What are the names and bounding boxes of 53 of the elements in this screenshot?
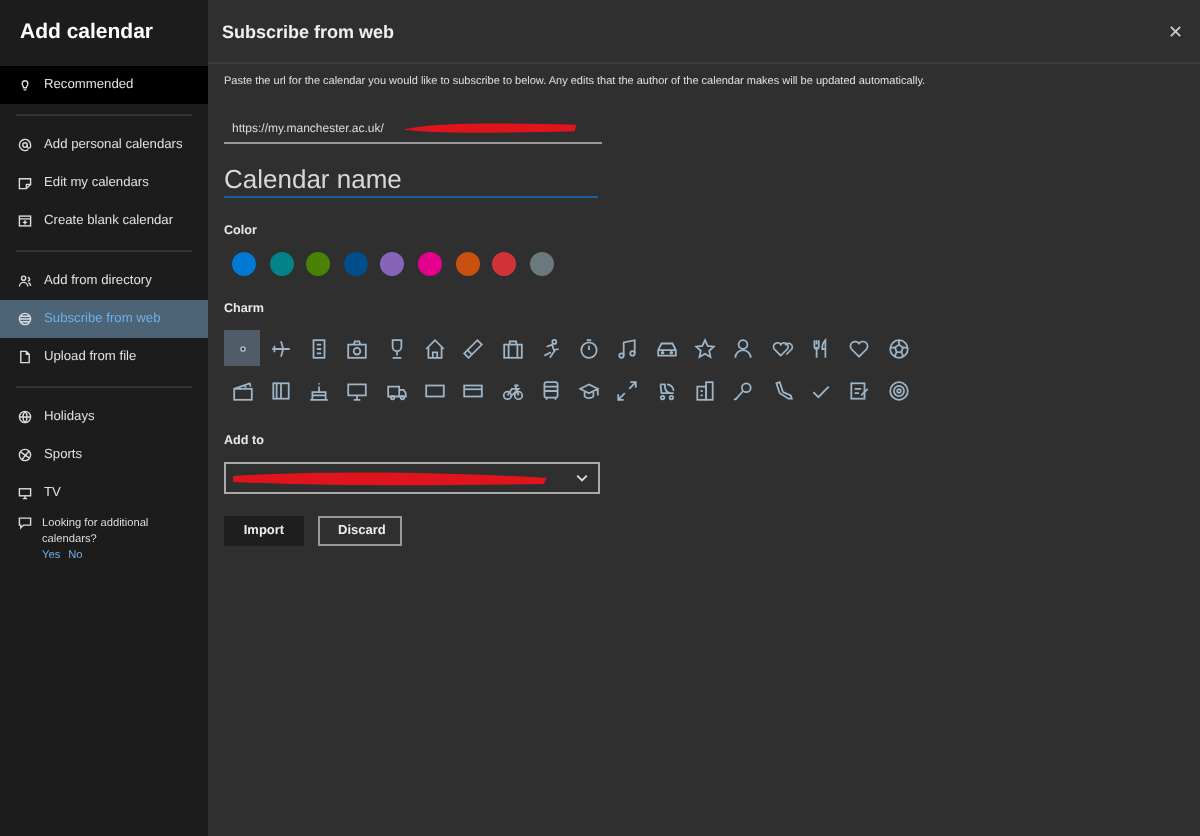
- rectangle-icon: [423, 379, 446, 401]
- airplane-icon: [269, 337, 292, 359]
- document-icon: [308, 337, 331, 359]
- calendar-name-field[interactable]: Calendar name: [224, 162, 598, 198]
- expand-arrows-icon: [616, 379, 639, 401]
- stopwatch-icon: [578, 337, 601, 359]
- home-icon: [423, 337, 446, 359]
- hearts-icon: [771, 337, 794, 359]
- building-icon: [694, 379, 717, 401]
- calendar-add-icon: [18, 214, 32, 228]
- color-swatch[interactable]: [343, 252, 368, 276]
- color-swatch[interactable]: [529, 252, 554, 276]
- lightbulb-icon: [18, 78, 32, 92]
- note-icon: [848, 379, 871, 401]
- calendar-edit-icon: [18, 176, 32, 190]
- dialog-title: Add calendar: [18, 18, 156, 48]
- color-swatch[interactable]: [306, 252, 331, 276]
- car-icon: [655, 337, 678, 359]
- card-icon: [462, 379, 485, 401]
- music-note-icon: [616, 337, 639, 359]
- color-swatch[interactable]: [417, 252, 442, 276]
- at-sign-icon: [18, 138, 32, 152]
- mortarboard-icon: [578, 379, 601, 401]
- runner-icon: [539, 337, 562, 359]
- panel-title: Subscribe from web: [222, 21, 395, 41]
- clapperboard-icon: [231, 379, 253, 401]
- briefcase-icon: [501, 337, 524, 359]
- color-swatch[interactable]: [380, 252, 405, 276]
- chat-icon: [18, 516, 32, 530]
- monitor-icon: [346, 379, 369, 401]
- chevron-down-icon: [574, 470, 590, 486]
- color-swatch[interactable]: [232, 252, 256, 276]
- camera-icon: [346, 337, 369, 359]
- pill-icon: [462, 337, 485, 359]
- globe-icon: [18, 312, 32, 326]
- heart-icon: [848, 337, 871, 359]
- cutlery-icon: [809, 337, 832, 359]
- bus-icon: [539, 379, 562, 401]
- color-swatch[interactable]: [492, 252, 517, 276]
- bicycle-icon: [501, 379, 524, 401]
- people-icon: [18, 274, 32, 288]
- close-button[interactable]: ✕: [1168, 21, 1184, 41]
- tv-icon: [18, 486, 32, 500]
- document-icon: [18, 350, 32, 364]
- color-swatch[interactable]: [269, 252, 294, 276]
- star-icon: [694, 337, 717, 359]
- color-swatch[interactable]: [455, 252, 480, 276]
- cake-icon: [308, 379, 331, 401]
- book-icon: [269, 379, 292, 401]
- person-icon: [732, 337, 755, 359]
- globe-icon: [18, 410, 32, 424]
- calendar-dropdown[interactable]: [224, 462, 600, 494]
- target-icon: [887, 379, 910, 401]
